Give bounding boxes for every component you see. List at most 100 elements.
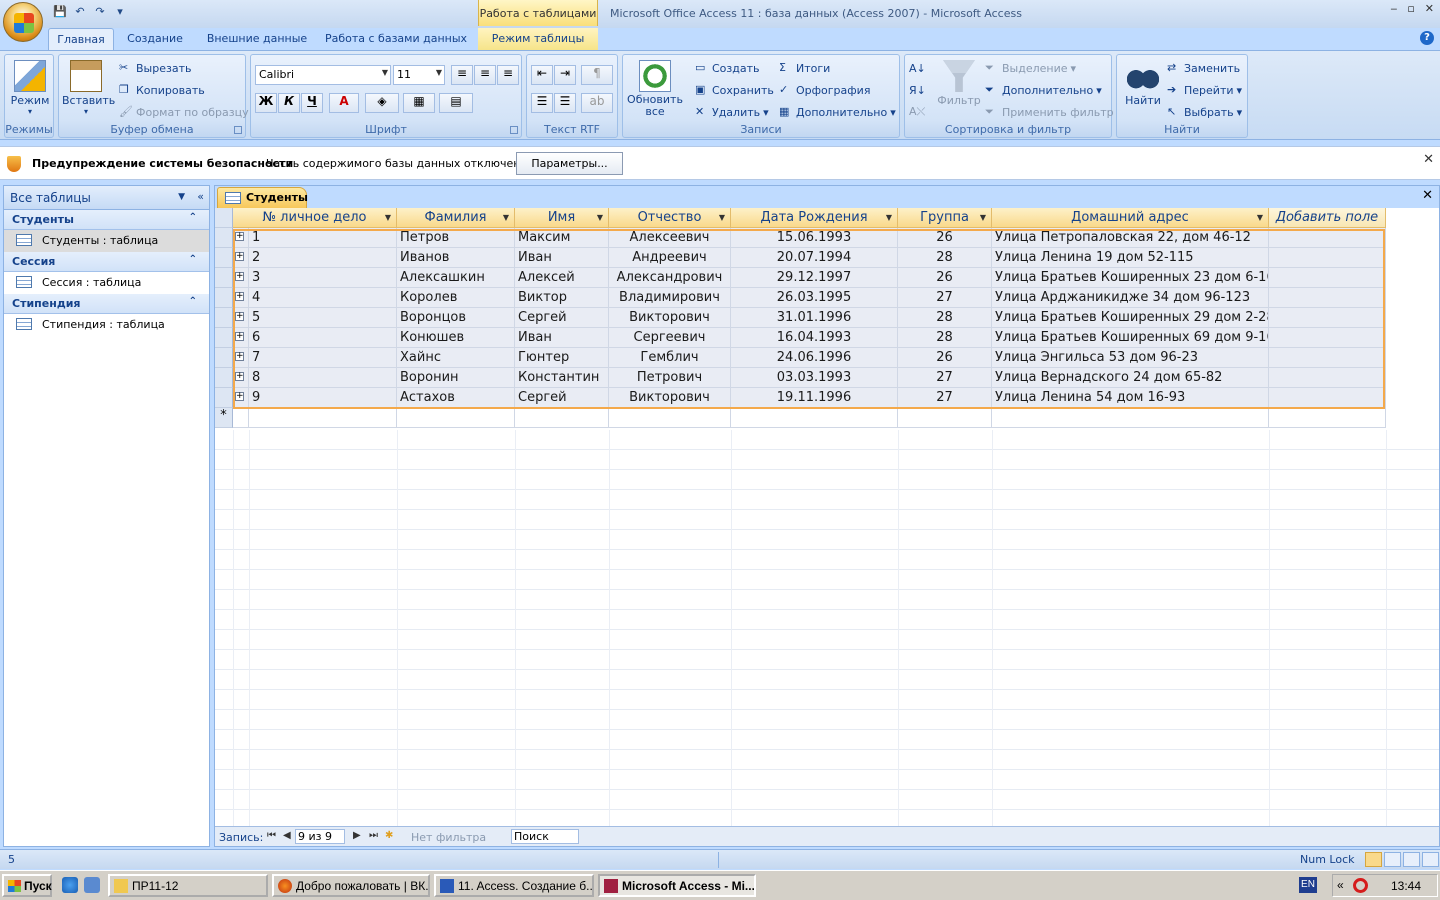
- col-surname-cell[interactable]: Воронин: [397, 368, 515, 388]
- col-surname-cell[interactable]: Хайнс: [397, 348, 515, 368]
- language-indicator[interactable]: EN: [1299, 877, 1317, 893]
- col-birthdate-cell[interactable]: 20.07.1994: [731, 248, 898, 268]
- col-birthdate-cell[interactable]: 24.06.1996: [731, 348, 898, 368]
- col-id-cell[interactable]: 6: [249, 328, 397, 348]
- col-id-cell[interactable]: 2: [249, 248, 397, 268]
- taskbar-item-browser[interactable]: Добро пожаловать | ВК...: [272, 874, 430, 897]
- office-button[interactable]: [3, 2, 43, 42]
- col-birthdate-cell[interactable]: 29.12.1997: [731, 268, 898, 288]
- new-record-cell[interactable]: [898, 408, 992, 428]
- align-left-icon[interactable]: ≡: [451, 65, 473, 85]
- table-row[interactable]: +4 Королев Виктор Владимирович 26.03.1995 27 У…: [215, 288, 1386, 308]
- new-record-cell[interactable]: [731, 408, 898, 428]
- tab-database-tools[interactable]: Работа с базами данных: [322, 28, 470, 50]
- add-field-cell[interactable]: [1269, 328, 1386, 348]
- col-patronymic-cell[interactable]: Александрович: [609, 268, 731, 288]
- quick-launch-icon[interactable]: [84, 877, 100, 893]
- italic-button[interactable]: К: [278, 93, 300, 113]
- close-document-icon[interactable]: ✕: [1422, 188, 1433, 203]
- col-name-cell[interactable]: Константин: [515, 368, 609, 388]
- row-selector[interactable]: [215, 248, 233, 268]
- new-record-cell[interactable]: [992, 408, 1269, 428]
- fill-color-icon[interactable]: ◈: [365, 93, 399, 113]
- taskbar-item-access[interactable]: Microsoft Access - Mi...: [598, 874, 756, 897]
- filter-button[interactable]: Фильтр: [935, 58, 983, 120]
- col-patronymic-cell[interactable]: Сергеевич: [609, 328, 731, 348]
- col-group-cell[interactable]: 28: [898, 328, 992, 348]
- add-field-cell[interactable]: [1269, 388, 1386, 408]
- highlight-icon[interactable]: ab: [581, 93, 613, 113]
- header-col-name[interactable]: Имя ▼: [515, 208, 609, 228]
- col-group-cell[interactable]: 28: [898, 248, 992, 268]
- chevron-up-icon[interactable]: ⌃: [189, 254, 197, 265]
- current-record-field[interactable]: 9 из 9: [295, 829, 345, 844]
- row-selector[interactable]: [215, 368, 233, 388]
- col-id-cell[interactable]: 4: [249, 288, 397, 308]
- col-group-cell[interactable]: 27: [898, 288, 992, 308]
- new-record-cell[interactable]: [515, 408, 609, 428]
- add-field-cell[interactable]: [1269, 348, 1386, 368]
- taskbar-item-folder[interactable]: ПР11-12: [108, 874, 268, 897]
- add-field-cell[interactable]: [1269, 308, 1386, 328]
- tab-home[interactable]: Главная: [48, 28, 114, 50]
- font-launcher-icon[interactable]: [510, 126, 518, 134]
- new-record-cell[interactable]: [1269, 408, 1386, 428]
- row-selector[interactable]: [215, 268, 233, 288]
- expand-plus-icon[interactable]: +: [235, 312, 244, 321]
- select-button[interactable]: ↖ Выбрать ▾: [1167, 103, 1242, 121]
- design-view-icon[interactable]: [1422, 852, 1439, 867]
- column-dropdown-icon[interactable]: ▼: [886, 213, 892, 222]
- col-birthdate-cell[interactable]: 26.03.1995: [731, 288, 898, 308]
- col-surname-cell[interactable]: Петров: [397, 228, 515, 248]
- sort-descending-icon[interactable]: Я↓: [909, 81, 926, 99]
- expand-plus-icon[interactable]: +: [235, 252, 244, 261]
- bullets-icon[interactable]: ☰: [554, 93, 576, 113]
- records-more-button[interactable]: ▦ Дополнительно ▾: [779, 103, 896, 121]
- undo-icon[interactable]: ↶: [72, 5, 88, 21]
- col-address-cell[interactable]: Улица Братьев Коширенных 29 дом 2-28: [992, 308, 1269, 328]
- col-group-cell[interactable]: 26: [898, 268, 992, 288]
- clipboard-launcher-icon[interactable]: [234, 126, 242, 134]
- col-birthdate-cell[interactable]: 31.01.1996: [731, 308, 898, 328]
- cut-button[interactable]: ✂ Вырезать: [119, 59, 191, 77]
- advanced-filter-button[interactable]: ⏷ Дополнительно ▾: [985, 81, 1102, 99]
- font-size-select[interactable]: 11 ▼: [393, 65, 445, 85]
- col-id-cell[interactable]: 8: [249, 368, 397, 388]
- expand-plus-icon[interactable]: +: [235, 352, 244, 361]
- col-name-cell[interactable]: Гюнтер: [515, 348, 609, 368]
- nav-group-session[interactable]: Сессия ⌃: [4, 252, 209, 272]
- increase-indent-icon[interactable]: ⇥: [554, 65, 576, 85]
- col-group-cell[interactable]: 27: [898, 368, 992, 388]
- col-name-cell[interactable]: Иван: [515, 328, 609, 348]
- table-row[interactable]: +2 Иванов Иван Андреевич 20.07.1994 28 Улица Л…: [215, 248, 1386, 268]
- col-address-cell[interactable]: Улица Вернадского 24 дом 65-82: [992, 368, 1269, 388]
- next-record-icon[interactable]: ▶: [353, 830, 361, 841]
- opera-icon[interactable]: [1353, 878, 1368, 893]
- expand-plus-icon[interactable]: +: [235, 232, 244, 241]
- tab-create[interactable]: Создание: [120, 28, 190, 50]
- tab-datasheet[interactable]: Режим таблицы: [478, 28, 598, 50]
- col-group-cell[interactable]: 26: [898, 228, 992, 248]
- new-record-nav-icon[interactable]: ✱: [385, 830, 393, 841]
- header-col-add-field[interactable]: Добавить поле: [1269, 208, 1386, 228]
- new-record-cell[interactable]: [233, 408, 249, 428]
- expand-plus-icon[interactable]: +: [235, 372, 244, 381]
- row-selector[interactable]: [215, 388, 233, 408]
- chevron-up-icon[interactable]: ⌃: [189, 296, 197, 307]
- col-group-cell[interactable]: 26: [898, 348, 992, 368]
- new-record-row[interactable]: *: [215, 408, 1386, 428]
- expand-plus-icon[interactable]: +: [235, 272, 244, 281]
- row-selector[interactable]: [215, 288, 233, 308]
- prev-record-icon[interactable]: ◀: [283, 830, 291, 841]
- header-col-birthdate[interactable]: Дата Рождения ▼: [731, 208, 898, 228]
- refresh-all-button[interactable]: Обновить все: [627, 58, 683, 120]
- add-field-cell[interactable]: [1269, 368, 1386, 388]
- col-name-cell[interactable]: Иван: [515, 248, 609, 268]
- toggle-filter-button[interactable]: ⏷ Применить фильтр: [985, 103, 1114, 121]
- numbering-icon[interactable]: ☰: [531, 93, 553, 113]
- nav-item-stipend-table[interactable]: Стипендия : таблица: [4, 314, 209, 336]
- col-group-cell[interactable]: 28: [898, 308, 992, 328]
- close-icon[interactable]: ✕: [1425, 2, 1434, 15]
- alt-row-color-icon[interactable]: ▤: [439, 93, 473, 113]
- customize-qat-icon[interactable]: ▾: [112, 5, 128, 21]
